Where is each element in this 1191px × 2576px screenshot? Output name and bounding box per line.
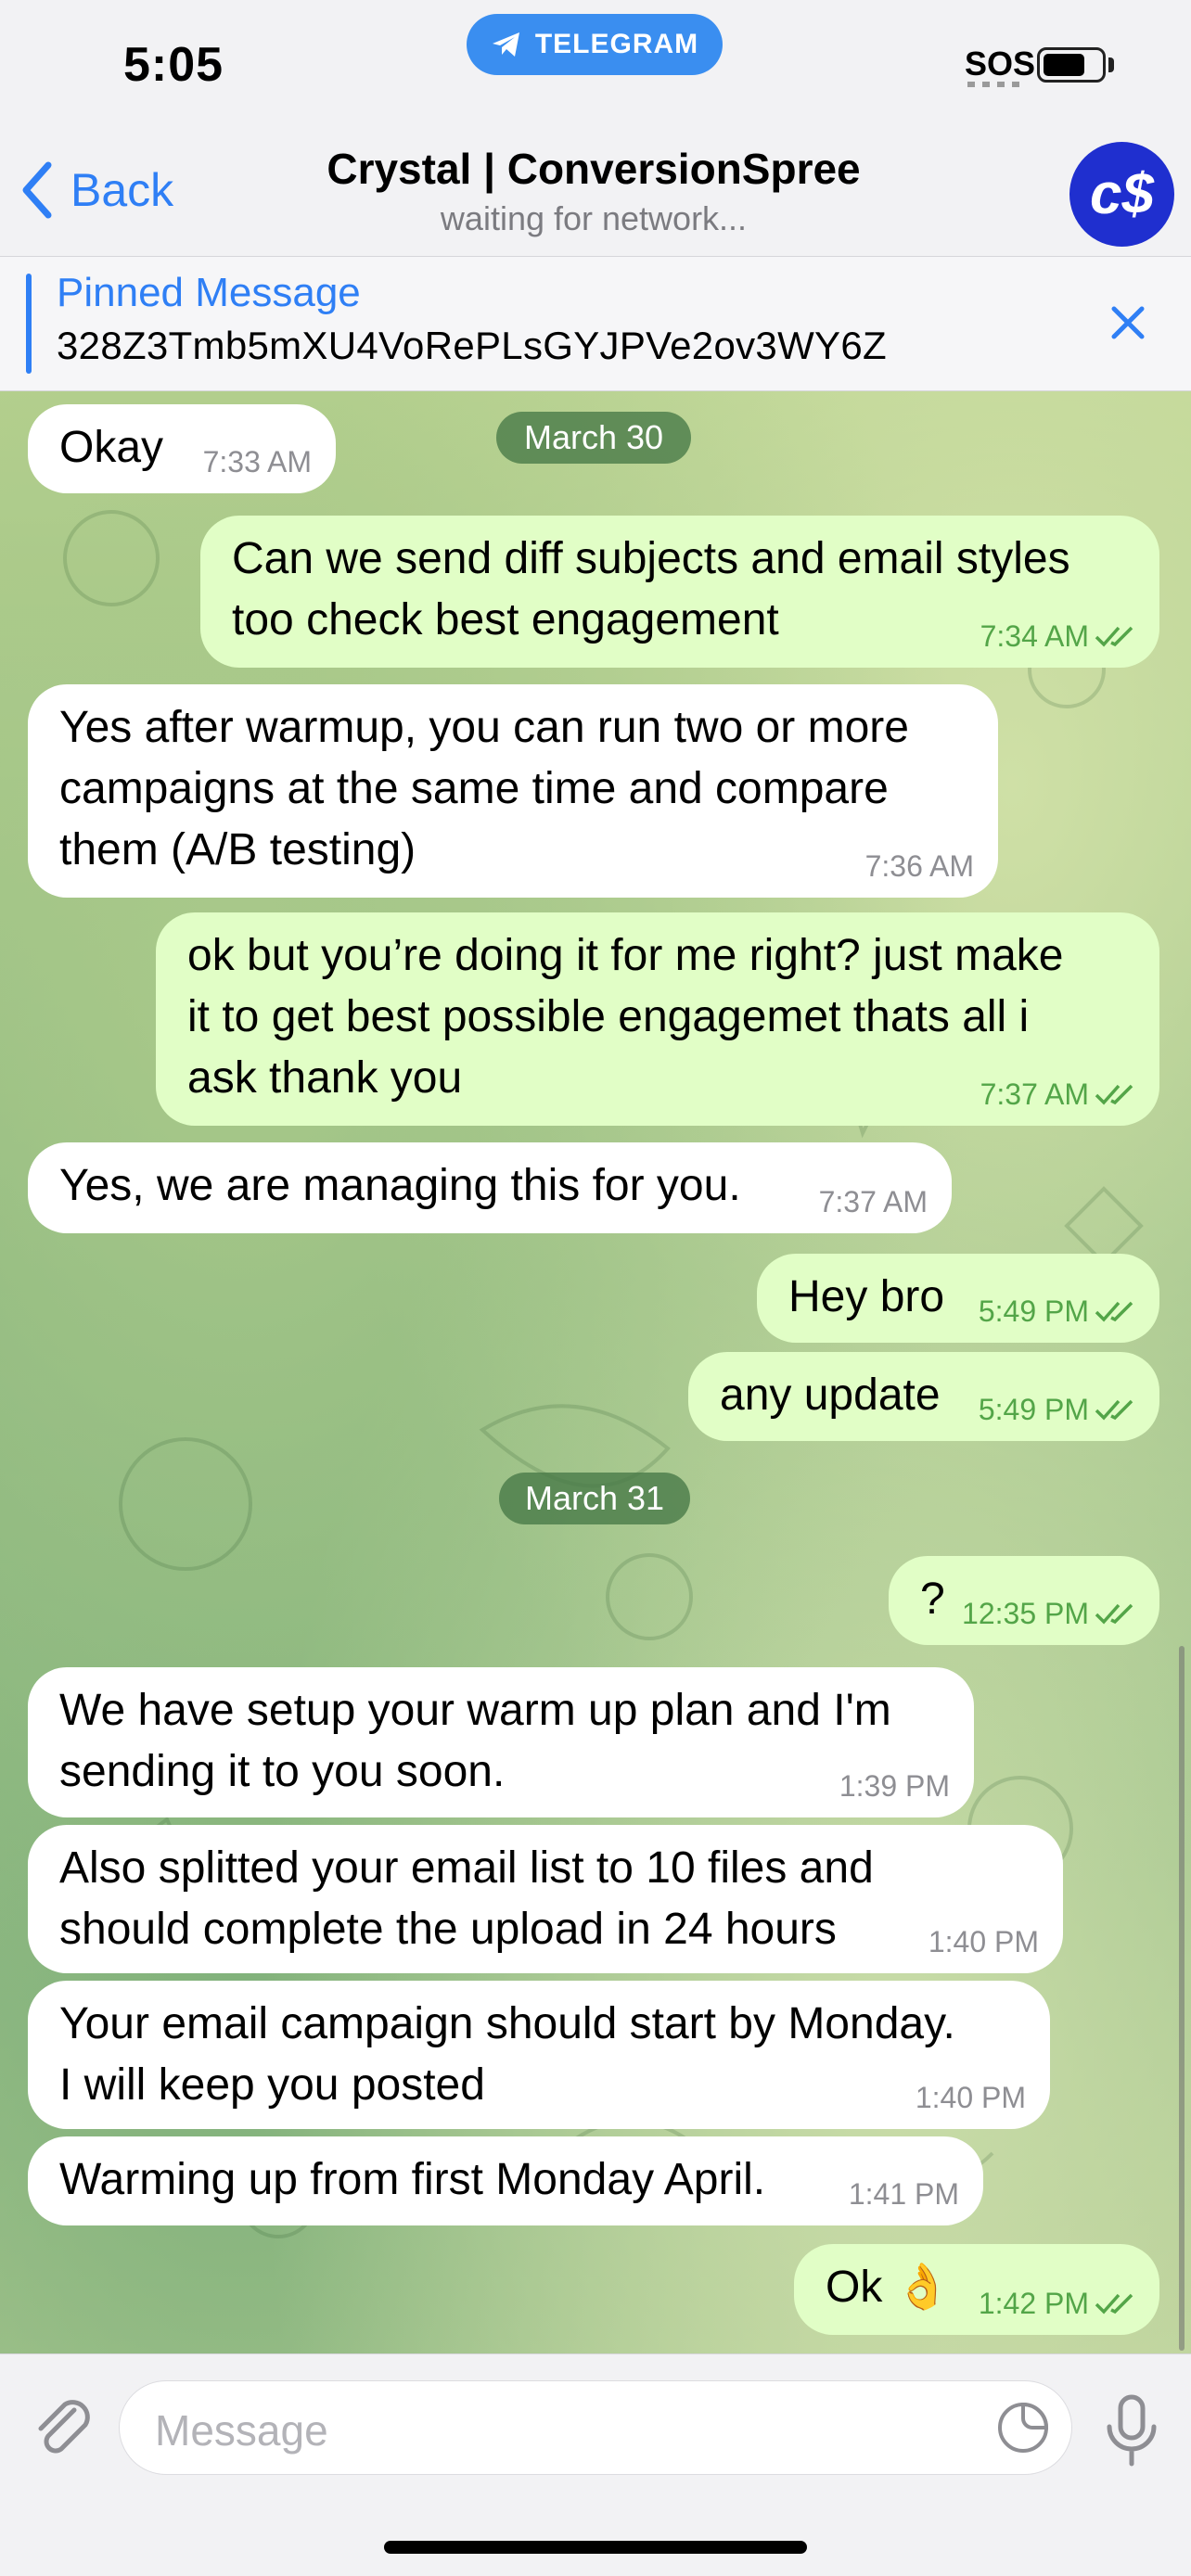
telegram-pill[interactable]: TELEGRAM — [467, 14, 723, 75]
read-check-icon — [1095, 626, 1133, 647]
telegram-icon — [492, 32, 519, 57]
avatar[interactable]: c$ — [1069, 142, 1174, 247]
message-outgoing[interactable]: Can we send diff subjects and email styl… — [200, 516, 1159, 668]
message-incoming[interactable]: Warming up from first Monday April. 1:41… — [28, 2136, 983, 2225]
message-time: 1:40 PM — [928, 1925, 1039, 1958]
signal-dots-icon — [967, 82, 1019, 87]
sticker-icon[interactable] — [995, 2400, 1051, 2455]
date-separator: March 31 — [499, 1473, 690, 1524]
message-meta: 5:49 PM — [979, 1294, 1135, 1328]
message-placeholder: Message — [155, 2406, 328, 2455]
telegram-pill-label: TELEGRAM — [534, 29, 699, 59]
message-time: 1:39 PM — [839, 1769, 950, 1803]
message-time: 5:49 PM — [978, 1393, 1089, 1426]
message-outgoing[interactable]: Ok 👌 1:42 PM — [794, 2244, 1159, 2335]
message-incoming[interactable]: We have setup your warm up plan and I'm s… — [28, 1667, 974, 1817]
read-check-icon — [1095, 2293, 1133, 2315]
message-time: 7:36 AM — [864, 849, 974, 883]
message-text: Yes, we are managing this for you. — [59, 1161, 741, 1210]
pinned-text: 328Z3Tmb5mXU4VoRePLsGYJPVe2ov3WY6Z — [57, 324, 887, 367]
message-time: 7:33 AM — [202, 445, 312, 478]
message-incoming[interactable]: Yes after warmup, you can run two or mor… — [28, 684, 998, 898]
message-outgoing[interactable]: any update 5:49 PM — [688, 1352, 1159, 1441]
message-meta: 1:42 PM — [979, 2287, 1135, 2320]
message-time: 1:40 PM — [915, 2081, 1026, 2114]
pinned-message[interactable]: Pinned Message 328Z3Tmb5mXU4VoRePLsGYJPV… — [0, 256, 1191, 391]
chevron-left-icon — [22, 161, 52, 219]
message-text: Warming up from first Monday April. — [59, 2155, 766, 2204]
status-bar: 5:05 TELEGRAM SOS — [0, 0, 1191, 128]
paperclip-icon[interactable] — [26, 2390, 100, 2464]
carrier-sos: SOS — [965, 45, 1036, 83]
message-meta: 7:34 AM — [980, 619, 1135, 653]
chat-area[interactable]: March 30 March 31 Okay 7:33 AM Can we se… — [0, 391, 1191, 2353]
scrollbar[interactable] — [1179, 1646, 1185, 2351]
message-time: 7:37 AM — [818, 1185, 928, 1218]
back-button[interactable]: Back — [20, 158, 173, 223]
message-outgoing[interactable]: ? 12:35 PM — [889, 1556, 1159, 1645]
message-time: 12:35 PM — [962, 1597, 1089, 1630]
pin-accent-bar — [26, 274, 32, 374]
read-check-icon — [1095, 1084, 1133, 1105]
microphone-icon[interactable] — [1102, 2393, 1161, 2468]
home-indicator[interactable] — [384, 2541, 807, 2554]
battery-icon — [1037, 47, 1106, 83]
close-icon[interactable] — [1105, 300, 1151, 346]
back-label: Back — [70, 164, 174, 216]
message-time: 7:34 AM — [980, 619, 1089, 653]
message-incoming[interactable]: Also splitted your email list to 10 file… — [28, 1825, 1063, 1973]
read-check-icon — [1095, 1399, 1133, 1421]
message-text: Your email campaign should start by Mond… — [59, 1999, 955, 2110]
message-time: 1:41 PM — [848, 2177, 959, 2211]
chat-status: waiting for network... — [440, 199, 748, 237]
message-incoming[interactable]: Okay 7:33 AM — [28, 404, 336, 493]
message-time: 7:37 AM — [980, 1078, 1089, 1111]
message-time: 5:49 PM — [978, 1294, 1089, 1328]
message-meta: 12:35 PM — [962, 1597, 1135, 1630]
battery-tip — [1108, 57, 1114, 72]
message-incoming[interactable]: Your email campaign should start by Mond… — [28, 1981, 1050, 2129]
message-outgoing[interactable]: Hey bro 5:49 PM — [757, 1254, 1159, 1343]
message-text: Also splitted your email list to 10 file… — [59, 1843, 874, 1954]
message-text: Yes after warmup, you can run two or mor… — [59, 703, 909, 874]
message-text: We have setup your warm up plan and I'm s… — [59, 1686, 891, 1796]
date-separator: March 30 — [496, 412, 691, 464]
chat-title[interactable]: Crystal | ConversionSpree — [223, 144, 965, 194]
status-time: 5:05 — [123, 38, 224, 92]
message-meta: 5:49 PM — [979, 1393, 1135, 1426]
message-time: 1:42 PM — [978, 2287, 1089, 2320]
message-outgoing[interactable]: ok but you’re doing it for me right? jus… — [156, 912, 1159, 1126]
pinned-label: Pinned Message — [57, 270, 361, 315]
message-input[interactable]: Message — [119, 2380, 1072, 2475]
read-check-icon — [1095, 1603, 1133, 1625]
read-check-icon — [1095, 1301, 1133, 1322]
message-incoming[interactable]: Yes, we are managing this for you. 7:37 … — [28, 1142, 952, 1233]
message-meta: 7:37 AM — [980, 1078, 1135, 1111]
